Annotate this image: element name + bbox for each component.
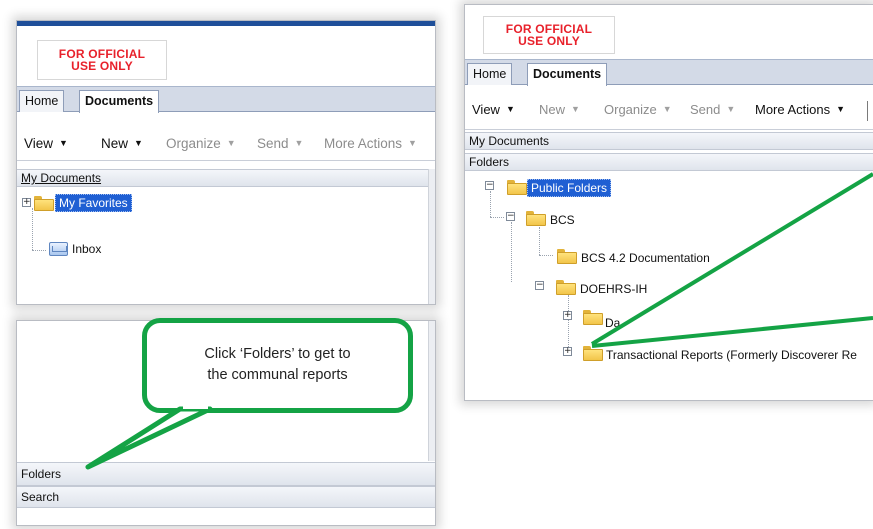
caret-down-icon: ▼ bbox=[505, 104, 515, 114]
collapse-minus-icon[interactable]: − bbox=[506, 212, 515, 221]
collapse-minus-icon[interactable]: − bbox=[535, 281, 544, 290]
send-menu[interactable]: Send ▼ bbox=[690, 102, 735, 117]
official-use-logo: FOR OFFICIAL USE ONLY bbox=[483, 16, 615, 54]
instruction-callout: Click ‘Folders’ to get to the communal r… bbox=[142, 318, 413, 413]
transactional-folder-icon bbox=[583, 346, 603, 361]
screenshot-stage: FOR OFFICIAL USE ONLY Home Documents Vie… bbox=[0, 0, 873, 529]
caret-down-icon: ▼ bbox=[662, 104, 672, 114]
bcs-doc-folder-icon bbox=[557, 249, 577, 264]
caret-down-icon: ▼ bbox=[836, 104, 846, 114]
expand-plus-icon[interactable]: + bbox=[563, 347, 572, 356]
collapse-minus-icon[interactable]: − bbox=[485, 181, 494, 190]
folders-bar[interactable]: Folders bbox=[465, 153, 873, 171]
tab-home[interactable]: Home bbox=[19, 90, 65, 112]
logo-bar: FOR OFFICIAL USE ONLY bbox=[465, 5, 873, 55]
data-folder-icon bbox=[583, 310, 603, 325]
left-top-screenshot: FOR OFFICIAL USE ONLY Home Documents Vie… bbox=[16, 20, 436, 305]
expand-plus-icon[interactable]: + bbox=[563, 311, 572, 320]
view-menu[interactable]: View ▼ bbox=[24, 136, 68, 151]
caret-down-icon: ▼ bbox=[571, 104, 580, 114]
tree-item-public-folders[interactable]: Public Folders bbox=[527, 179, 612, 197]
new-menu[interactable]: New ▼ bbox=[539, 102, 580, 117]
toolbar: View ▼ New ▼ Organize ▼ Send ▼ More Actions ▼ bbox=[17, 127, 435, 161]
logo-bar: FOR OFFICIAL USE ONLY bbox=[17, 26, 435, 86]
organize-menu[interactable]: Organize ▼ bbox=[166, 136, 236, 151]
tree-item-doehrs-ih[interactable]: DOEHRS-IH bbox=[580, 282, 647, 296]
my-documents-header[interactable]: My Documents bbox=[17, 169, 435, 187]
folders-tree: − Public Folders − BCS BCS 4.2 Documenta… bbox=[465, 177, 873, 377]
organize-menu[interactable]: Organize ▼ bbox=[604, 102, 672, 117]
more-actions-menu[interactable]: More Actions ▼ bbox=[324, 136, 417, 151]
caret-down-icon: ▼ bbox=[408, 138, 417, 148]
tab-documents[interactable]: Documents bbox=[79, 90, 160, 113]
tree-item-transactional-reports[interactable]: Transactional Reports (Formerly Discover… bbox=[606, 348, 857, 362]
toolbar-separator bbox=[867, 101, 868, 121]
tree-item-inbox[interactable]: Inbox bbox=[72, 242, 101, 256]
tab-strip: Home Documents bbox=[17, 86, 435, 113]
inbox-icon bbox=[49, 242, 68, 256]
view-menu[interactable]: View ▼ bbox=[472, 102, 515, 117]
doehrs-folder-icon bbox=[556, 280, 576, 295]
vertical-scrollbar[interactable] bbox=[428, 169, 435, 304]
vertical-scrollbar[interactable] bbox=[428, 321, 435, 461]
search-bar[interactable]: Search bbox=[17, 486, 435, 508]
tree-item-bcs[interactable]: BCS bbox=[550, 213, 575, 227]
expand-plus-icon[interactable]: + bbox=[22, 198, 31, 207]
caret-down-icon: ▼ bbox=[726, 104, 736, 114]
caret-down-icon: ▼ bbox=[226, 138, 236, 148]
more-actions-menu[interactable]: More Actions ▼ bbox=[755, 102, 845, 117]
tree-item-my-favorites[interactable]: My Favorites bbox=[55, 194, 132, 212]
my-documents-bar[interactable]: My Documents bbox=[465, 132, 873, 150]
right-screenshot: FOR OFFICIAL USE ONLY Home Documents Vie… bbox=[464, 4, 873, 401]
tab-strip: Home Documents bbox=[465, 59, 873, 86]
toolbar: View ▼ New ▼ Organize ▼ Send ▼ More Actions ▼ bbox=[465, 90, 873, 130]
tree-item-truncated[interactable]: Da bbox=[605, 316, 620, 330]
my-documents-tree: + My Favorites Inbox bbox=[17, 191, 427, 304]
favorites-folder-icon bbox=[34, 196, 54, 211]
caret-down-icon: ▼ bbox=[294, 138, 304, 148]
caret-down-icon: ▼ bbox=[134, 138, 143, 148]
caret-down-icon: ▼ bbox=[59, 138, 68, 148]
folders-bar[interactable]: Folders bbox=[17, 462, 435, 486]
tree-item-bcs-documentation[interactable]: BCS 4.2 Documentation bbox=[581, 251, 710, 265]
bcs-folder-icon bbox=[526, 211, 546, 226]
new-menu[interactable]: New ▼ bbox=[101, 136, 143, 151]
tab-documents[interactable]: Documents bbox=[527, 63, 608, 86]
official-use-logo: FOR OFFICIAL USE ONLY bbox=[37, 40, 167, 80]
tab-home[interactable]: Home bbox=[467, 63, 513, 85]
public-folders-icon bbox=[507, 180, 527, 195]
send-menu[interactable]: Send ▼ bbox=[257, 136, 303, 151]
